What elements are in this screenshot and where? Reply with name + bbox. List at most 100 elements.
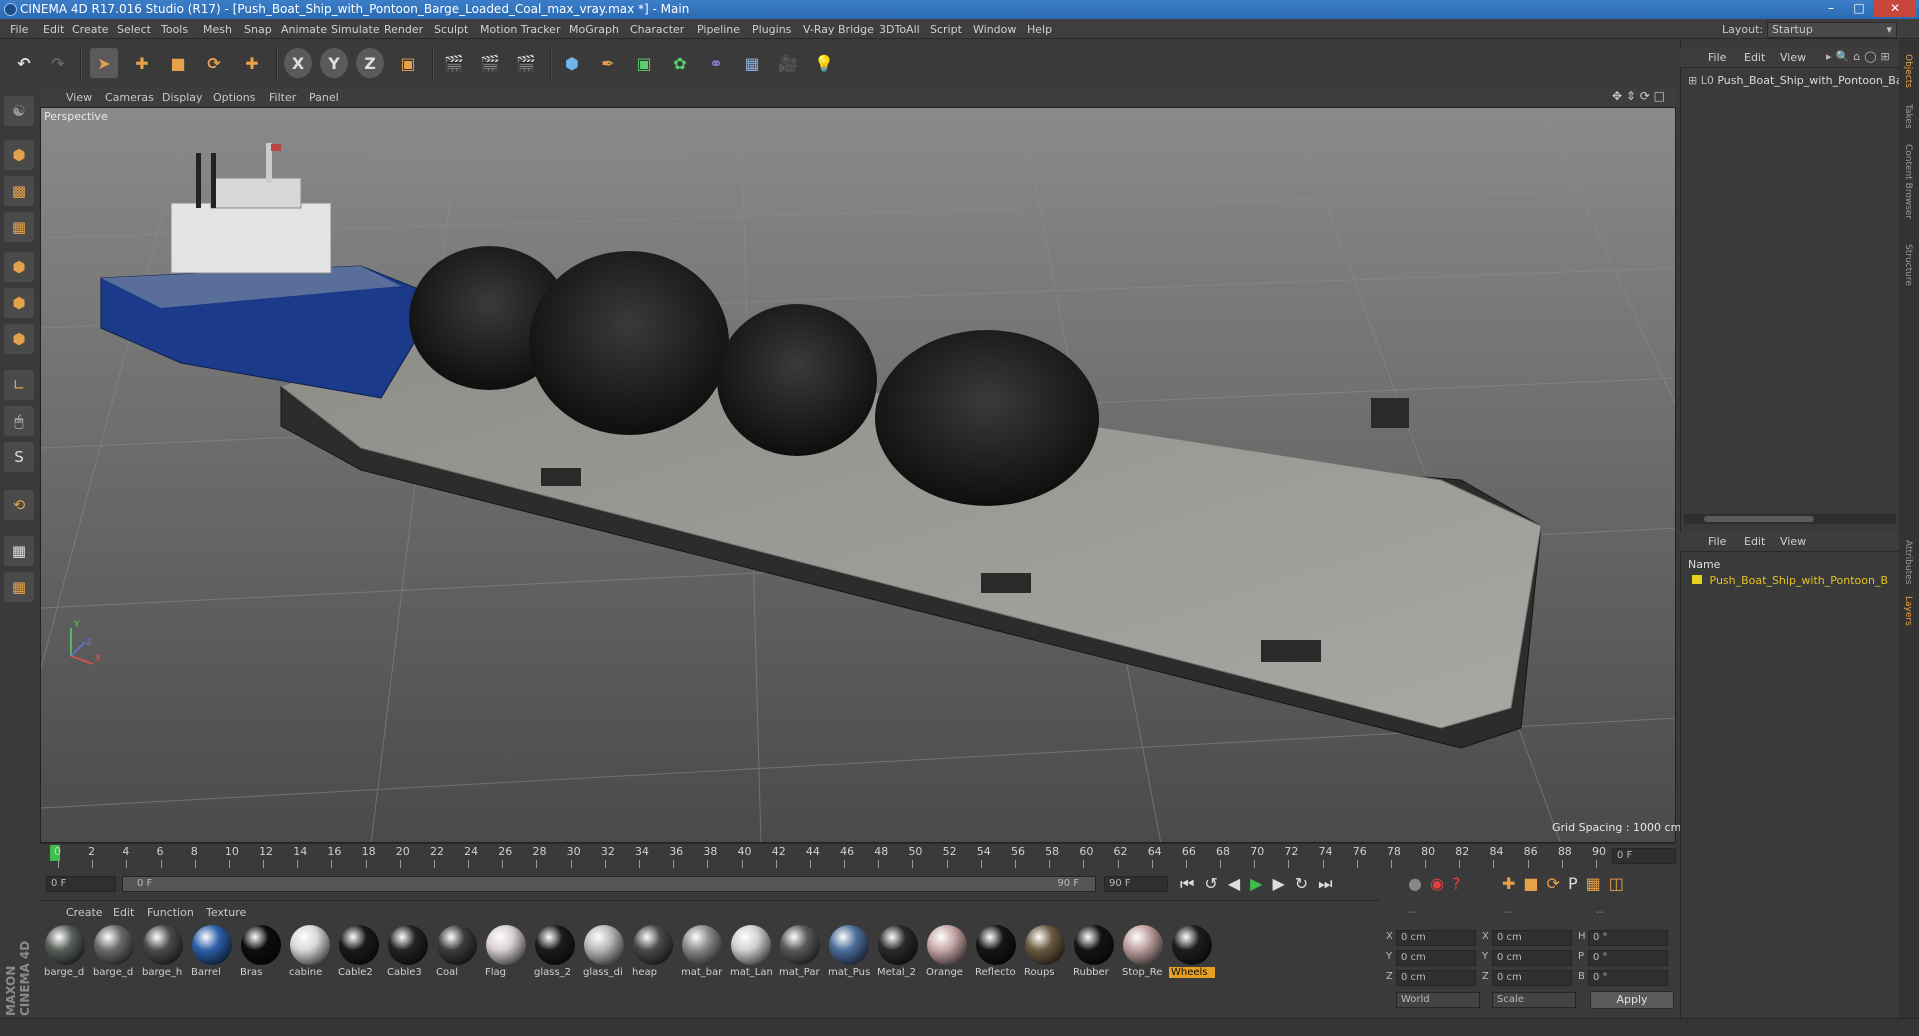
coord-value-field[interactable]: 0 cm [1396,970,1476,986]
texture-mode-icon[interactable]: ▩ [4,176,34,206]
record-icon[interactable]: ◉ [1430,874,1452,893]
menu-help[interactable]: Help [1027,23,1052,36]
go-to-start-icon[interactable]: ⏮ [1180,874,1204,893]
prev-key-icon[interactable]: ↺ [1204,874,1227,893]
x-axis-lock-icon[interactable]: X [284,48,312,78]
perspective-viewport[interactable] [40,107,1676,843]
render-view-icon[interactable]: 🎬 [440,48,468,78]
light-icon[interactable]: 💡 [810,48,838,78]
menu-file[interactable]: File [10,23,28,36]
snap-icon[interactable]: S [4,442,34,472]
y-axis-lock-icon[interactable]: Y [320,48,348,78]
material-swatch[interactable]: Roups [1022,925,1068,985]
tweak-mode-icon[interactable]: 🖱 [4,406,34,436]
menu-sculpt[interactable]: Sculpt [434,23,468,36]
key-type-controls[interactable]: ✚■⟳P▦◫ [1502,874,1632,893]
material-swatch[interactable]: Cable3 [385,925,431,985]
menu-tools[interactable]: Tools [161,23,188,36]
material-swatch[interactable]: mat_Lan [728,925,774,985]
rotate-icon[interactable]: ⟳ [200,48,228,78]
timeline-icon[interactable]: ◫ [1609,874,1632,893]
render-settings-icon[interactable]: 🎬 [512,48,540,78]
menu-render[interactable]: Render [384,23,423,36]
coord-value-field[interactable]: 0 cm [1492,970,1572,986]
object-menu-edit[interactable]: Edit [1744,51,1765,64]
end-frame-field[interactable]: 90 F [1104,876,1168,892]
motion-record-icon[interactable]: ● [1408,874,1430,893]
material-swatch[interactable]: glass_di [581,925,627,985]
coord-value-field[interactable]: 0 ° [1588,970,1668,986]
material-swatch[interactable]: Cable2 [336,925,382,985]
material-swatch[interactable]: Rubber [1071,925,1117,985]
material-swatch[interactable]: cabine [287,925,333,985]
z-axis-lock-icon[interactable]: Z [356,48,384,78]
menu-select[interactable]: Select [117,23,151,36]
object-item[interactable]: ⊞ L0 Push_Boat_Ship_with_Pontoon_Ba [1688,74,1903,87]
camera-icon[interactable]: 🎥 [774,48,802,78]
material-menu-edit[interactable]: Edit [113,906,134,919]
polygons-mode-icon[interactable]: ⬢ [4,324,34,354]
material-swatch[interactable]: heap [630,925,676,985]
side-tab-objects[interactable]: Objects [1903,54,1913,88]
spline-pen-icon[interactable]: ✒ [594,48,622,78]
start-frame-field[interactable]: 0 F [46,876,116,892]
material-swatch[interactable]: Wheels [1169,925,1215,985]
recent-tool-icon[interactable]: ✚ [238,48,266,78]
apply-button[interactable]: Apply [1590,991,1674,1009]
viewport-nav-icons[interactable]: ✥ ⇕ ⟳ □ [1612,89,1665,103]
subdivision-surface-icon[interactable]: ▣ [630,48,658,78]
viewport-menu-cameras[interactable]: Cameras [105,91,154,104]
key-pla-icon[interactable]: ▦ [1586,874,1609,893]
material-swatch[interactable]: barge_d [42,925,88,985]
key-parameter-icon[interactable]: P [1568,874,1586,893]
floor-icon[interactable]: ▦ [738,48,766,78]
coordinate-system-icon[interactable]: ▣ [394,48,422,78]
menu-script[interactable]: Script [930,23,962,36]
workplane-mode-icon[interactable]: ▦ [4,212,34,242]
coord-value-field[interactable]: 0 ° [1588,930,1668,946]
layout-dropdown[interactable]: Startup ▾ [1767,22,1897,38]
coord-value-field[interactable]: 0 cm [1492,950,1572,966]
menu-character[interactable]: Character [630,23,684,36]
key-controls[interactable]: ●◉? [1408,874,1468,893]
side-tab-attributes[interactable]: Attributes [1903,540,1913,584]
layer-item[interactable]: Push_Boat_Ship_with_Pontoon_B [1692,574,1888,587]
object-scrollbar-thumb[interactable] [1704,516,1814,522]
render-picture-viewer-icon[interactable]: 🎬 [476,48,504,78]
magnet-icon[interactable]: ⟲ [4,490,34,520]
next-key-icon[interactable]: ↻ [1295,874,1318,893]
side-tab-structure[interactable]: Structure [1903,244,1913,286]
redo-icon[interactable]: ↷ [44,48,72,78]
material-menu-create[interactable]: Create [66,906,103,919]
points-mode-icon[interactable]: ⬢ [4,252,34,282]
material-swatch[interactable]: Barrel [189,925,235,985]
menu-window[interactable]: Window [973,23,1016,36]
material-swatch[interactable]: mat_Pus [826,925,872,985]
menu-plugins[interactable]: Plugins [752,23,791,36]
viewport-menu-view[interactable]: View [66,91,92,104]
material-swatch[interactable]: mat_Par [777,925,823,985]
menu-motion-tracker[interactable]: Motion Tracker [480,23,560,36]
viewport-menu-filter[interactable]: Filter [269,91,296,104]
move-icon[interactable]: ✚ [128,48,156,78]
cloner-icon[interactable]: ✿ [666,48,694,78]
material-swatch[interactable]: glass_2 [532,925,578,985]
viewport-menu-panel[interactable]: Panel [309,91,339,104]
key-position-icon[interactable]: ✚ [1502,874,1523,893]
material-swatch[interactable]: Reflecto [973,925,1019,985]
coordinate-mode-dropdown[interactable]: World [1396,992,1480,1008]
material-swatch[interactable]: Coal [434,925,480,985]
object-menu-file[interactable]: File [1708,51,1726,64]
coord-value-field[interactable]: 0 cm [1492,930,1572,946]
menu-edit[interactable]: Edit [43,23,64,36]
menu-mograph[interactable]: MoGraph [569,23,619,36]
material-menu-function[interactable]: Function [147,906,194,919]
key-scale-icon[interactable]: ■ [1523,874,1546,893]
layer-menu-edit[interactable]: Edit [1744,535,1765,548]
material-swatch[interactable]: barge_d [91,925,137,985]
workplane-lock-icon[interactable]: ▦ [4,572,34,602]
material-swatch[interactable]: Metal_2 [875,925,921,985]
material-swatch[interactable]: Orange [924,925,970,985]
material-swatch[interactable]: barge_h [140,925,186,985]
coord-value-field[interactable]: 0 ° [1588,950,1668,966]
